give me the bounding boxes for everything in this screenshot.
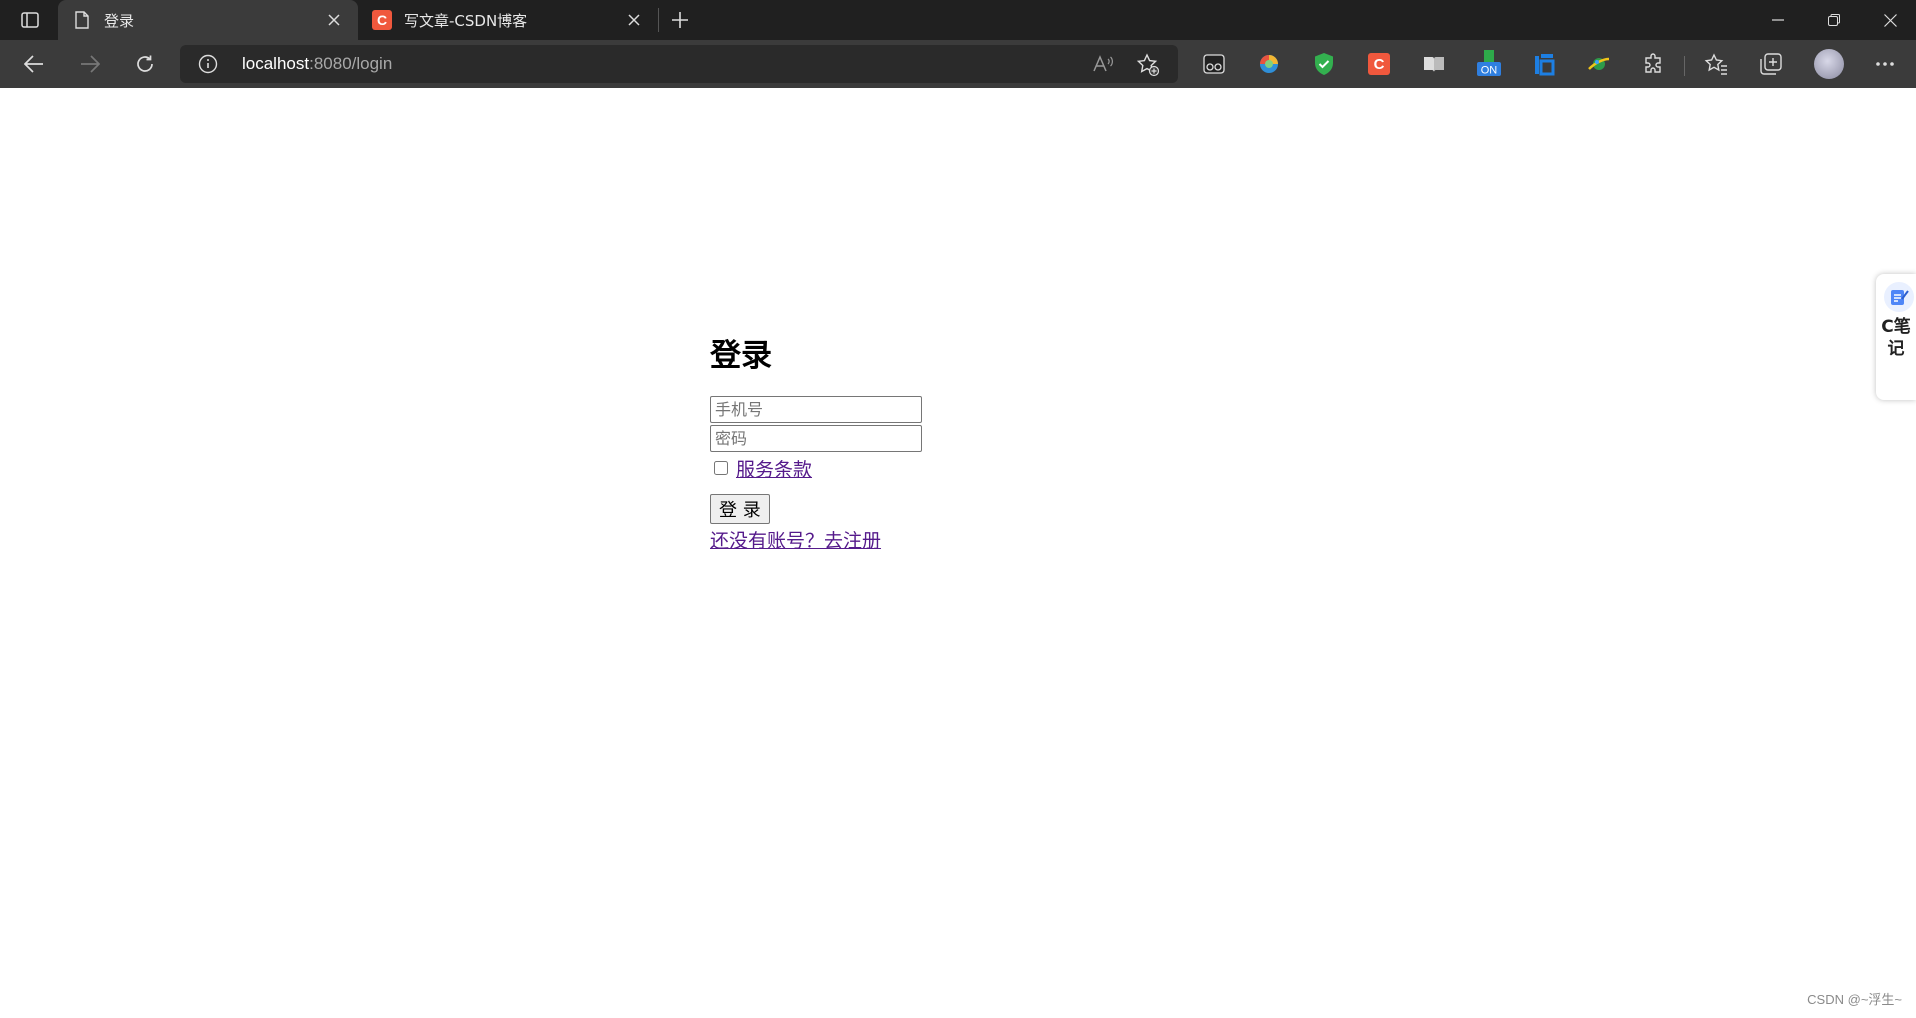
extension-reader-icon[interactable] bbox=[1420, 50, 1448, 78]
collections-icon[interactable] bbox=[1757, 50, 1785, 78]
extension-planet-icon[interactable] bbox=[1585, 50, 1613, 78]
url-text[interactable]: localhost:8080/login bbox=[242, 54, 392, 74]
info-icon[interactable] bbox=[198, 54, 218, 74]
extension-shield-icon[interactable] bbox=[1310, 50, 1338, 78]
read-aloud-icon[interactable] bbox=[1092, 54, 1114, 76]
refresh-icon bbox=[137, 55, 153, 72]
restore-icon bbox=[1828, 14, 1840, 26]
tab-title: 登录 bbox=[104, 11, 135, 30]
tab-divider bbox=[658, 8, 659, 32]
plus-icon bbox=[672, 12, 688, 28]
page-title: 登录 bbox=[710, 338, 772, 374]
minimize-icon bbox=[1772, 19, 1784, 21]
password-input[interactable] bbox=[710, 425, 922, 452]
tab-strip: 登录 C 写文章-CSDN博客 bbox=[0, 0, 1916, 40]
tab-title: 写文章-CSDN博客 bbox=[404, 11, 528, 30]
close-tab-icon[interactable] bbox=[624, 10, 644, 30]
terms-link[interactable]: 服务条款 bbox=[736, 455, 812, 482]
note-icon bbox=[1884, 282, 1914, 312]
browser-toolbar: localhost:8080/login C ON bbox=[0, 40, 1916, 88]
phone-input[interactable] bbox=[710, 396, 922, 423]
close-icon bbox=[1883, 13, 1897, 27]
profile-avatar[interactable] bbox=[1814, 49, 1844, 79]
close-tab-icon[interactable] bbox=[324, 10, 344, 30]
watermark: CSDN @~浮生~ bbox=[1807, 992, 1902, 1007]
restore-button[interactable] bbox=[1806, 0, 1862, 40]
forward-button[interactable] bbox=[72, 48, 108, 80]
toolbar-divider bbox=[1684, 56, 1685, 76]
terms-checkbox[interactable] bbox=[714, 461, 728, 475]
extension-on-toggle-icon[interactable]: ON bbox=[1475, 50, 1503, 78]
extension-color-picker-icon[interactable] bbox=[1255, 50, 1283, 78]
extension-blue-app-icon[interactable] bbox=[1530, 50, 1558, 78]
csdn-icon: C bbox=[372, 10, 392, 30]
back-button[interactable] bbox=[16, 48, 52, 80]
page-content: 登录 服务条款 登 录 还没有账号？去注册 C笔记 CSDN @~浮生~ bbox=[0, 88, 1916, 1018]
minimize-button[interactable] bbox=[1750, 0, 1806, 40]
address-bar[interactable]: localhost:8080/login bbox=[180, 45, 1178, 83]
forward-arrow-icon bbox=[81, 55, 100, 73]
add-favorite-icon[interactable] bbox=[1136, 53, 1160, 77]
side-note-widget[interactable]: C笔记 bbox=[1876, 274, 1916, 400]
login-button[interactable]: 登 录 bbox=[710, 494, 770, 524]
side-widget-label: C笔记 bbox=[1881, 317, 1911, 359]
new-tab-button[interactable] bbox=[666, 6, 694, 34]
tab-actions-icon bbox=[21, 12, 39, 28]
refresh-button[interactable] bbox=[127, 48, 163, 80]
extensions-puzzle-icon[interactable] bbox=[1640, 50, 1668, 78]
more-menu-icon[interactable] bbox=[1871, 50, 1899, 78]
register-link[interactable]: 还没有账号？去注册 bbox=[710, 526, 922, 553]
page-icon bbox=[72, 10, 92, 30]
tab-csdn[interactable]: C 写文章-CSDN博客 bbox=[358, 0, 658, 40]
login-form: 登录 服务条款 登 录 还没有账号？去注册 bbox=[710, 336, 922, 553]
extension-csdn-icon[interactable]: C bbox=[1365, 50, 1393, 78]
back-arrow-icon bbox=[24, 55, 43, 73]
favorites-icon[interactable] bbox=[1702, 50, 1730, 78]
close-window-button[interactable] bbox=[1862, 0, 1916, 40]
tab-actions-button[interactable] bbox=[14, 8, 46, 32]
extension-glasses-icon[interactable] bbox=[1200, 50, 1228, 78]
terms-row: 服务条款 bbox=[710, 454, 922, 482]
tab-login[interactable]: 登录 bbox=[58, 0, 358, 40]
svg-text:ON: ON bbox=[1481, 65, 1498, 77]
